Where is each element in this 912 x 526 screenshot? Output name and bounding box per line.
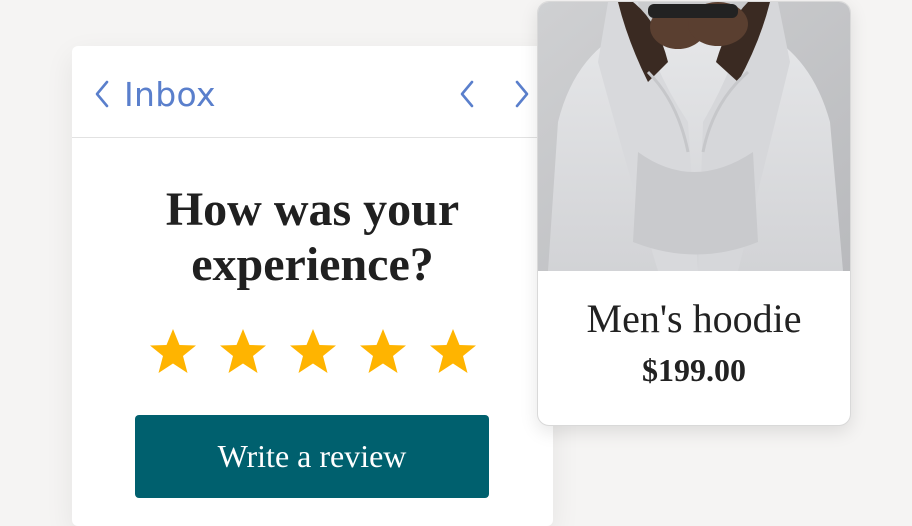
product-card[interactable]: Men's hoodie $199.00: [537, 1, 851, 426]
star-icon[interactable]: [148, 327, 198, 377]
star-rating: [148, 327, 478, 377]
heading-line-1: How was your: [165, 183, 460, 236]
star-icon[interactable]: [218, 327, 268, 377]
product-price: $199.00: [642, 352, 746, 388]
product-name: Men's hoodie: [586, 296, 802, 341]
inbox-back-link[interactable]: Inbox: [94, 74, 216, 114]
star-icon[interactable]: [428, 327, 478, 377]
heading-line-2: experience?: [191, 238, 434, 291]
chevron-left-icon: [95, 80, 109, 108]
star-icon[interactable]: [288, 327, 338, 377]
chevron-right-icon: [515, 80, 529, 108]
chevron-left-icon: [460, 80, 474, 108]
product-image: [538, 2, 850, 271]
email-card: Inbox How was your experience? Write a r…: [72, 46, 553, 526]
previous-email-button[interactable]: [454, 76, 480, 112]
review-heading: How was your experience?: [72, 182, 553, 292]
next-email-button[interactable]: [509, 76, 535, 112]
write-review-button[interactable]: Write a review: [135, 415, 489, 498]
inbox-label: Inbox: [124, 74, 216, 114]
star-icon[interactable]: [358, 327, 408, 377]
email-header: Inbox: [72, 46, 553, 138]
